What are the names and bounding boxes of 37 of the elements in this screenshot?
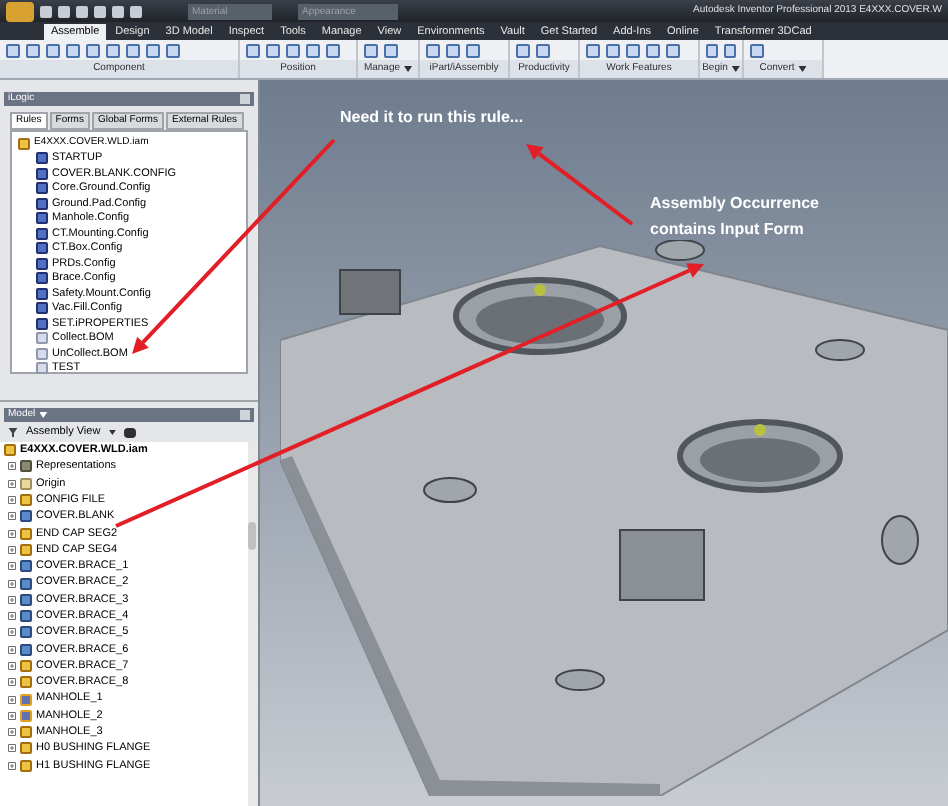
representations-icon (20, 460, 32, 473)
origin-icon (20, 477, 32, 490)
part-icon (20, 510, 32, 523)
expand-icon[interactable] (8, 462, 16, 471)
annotation-text: Need it to run this rule... (340, 106, 524, 130)
expand-icon[interactable] (8, 744, 16, 753)
filter-icon[interactable] (8, 427, 18, 437)
expand-icon[interactable] (8, 645, 16, 654)
expand-icon[interactable] (8, 711, 16, 720)
caret-icon[interactable] (731, 66, 740, 72)
viewport[interactable]: Need it to run this rule... Assembly Occurrence contains Input Form (260, 80, 948, 806)
expand-icon[interactable] (8, 579, 16, 588)
expand-icon[interactable] (8, 695, 16, 704)
expand-icon[interactable] (8, 678, 16, 687)
annotation-text: Assembly Occurrence contains Input Form (650, 192, 821, 242)
annotation-arrow (526, 144, 634, 226)
expand-icon[interactable] (8, 496, 16, 505)
expand-icon[interactable] (8, 595, 16, 604)
expand-icon[interactable] (8, 662, 16, 670)
expand-icon[interactable] (8, 529, 16, 538)
assembly-icon (18, 137, 30, 150)
caret-icon[interactable] (404, 66, 413, 72)
caret-icon[interactable] (798, 66, 807, 72)
expand-icon[interactable] (8, 545, 16, 554)
expand-icon[interactable] (8, 512, 16, 521)
expand-icon[interactable] (8, 562, 16, 571)
assembly-icon (20, 494, 32, 507)
expand-icon[interactable] (8, 479, 16, 488)
assembly-icon (4, 444, 16, 457)
expand-icon[interactable] (8, 628, 16, 637)
caret-icon[interactable] (39, 412, 48, 418)
expand-icon[interactable] (8, 612, 16, 621)
caret-icon[interactable] (108, 429, 117, 435)
scrollbar[interactable] (248, 442, 258, 806)
app-logo-icon[interactable] (6, 1, 34, 21)
expand-icon[interactable] (8, 761, 16, 770)
expand-icon[interactable] (8, 728, 16, 737)
